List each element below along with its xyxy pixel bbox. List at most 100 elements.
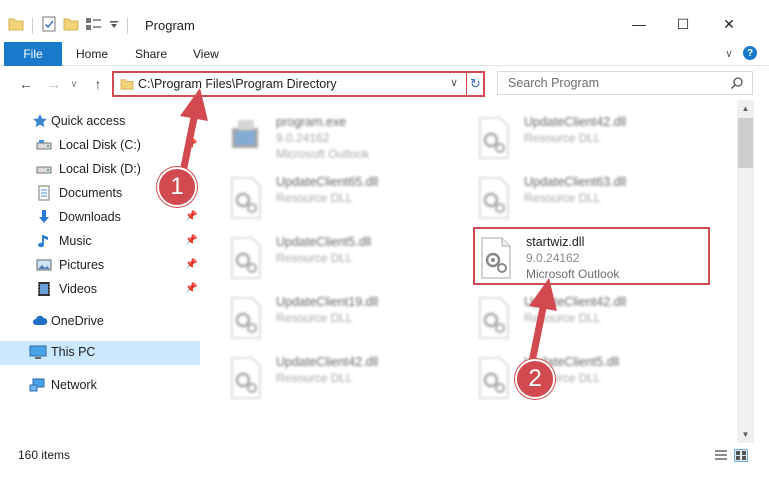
file-version: 9.0.24162 bbox=[276, 131, 330, 145]
up-button[interactable]: ↑ bbox=[88, 74, 108, 94]
tab-view[interactable]: View bbox=[193, 42, 219, 66]
address-divider bbox=[466, 73, 467, 95]
file-item-dll[interactable]: UpdateClient5.dll Resource DLL bbox=[474, 350, 714, 406]
nav-pictures[interactable]: Pictures 📌 bbox=[0, 254, 200, 276]
new-folder-icon[interactable] bbox=[63, 17, 79, 34]
documents-icon bbox=[36, 185, 52, 201]
dll-file-icon bbox=[226, 296, 266, 340]
back-button[interactable]: ← bbox=[16, 74, 36, 94]
nav-network[interactable]: Network bbox=[0, 374, 200, 396]
nav-this-pc[interactable]: This PC bbox=[0, 341, 200, 365]
step-1-badge: 1 bbox=[157, 167, 197, 207]
nav-music[interactable]: Music 📌 bbox=[0, 230, 200, 252]
file-item-dll[interactable]: UpdateClient5.dll Resource DLL bbox=[226, 230, 466, 286]
cloud-icon bbox=[32, 313, 48, 329]
drive-icon bbox=[36, 161, 52, 177]
nav-downloads[interactable]: Downloads 📌 bbox=[0, 206, 200, 228]
large-icons-view-icon[interactable] bbox=[734, 449, 748, 462]
nav-quick-access[interactable]: Quick access bbox=[0, 110, 200, 132]
customize-dropdown-icon[interactable] bbox=[109, 19, 119, 33]
minimize-button[interactable]: — bbox=[624, 14, 654, 34]
nav-label: Quick access bbox=[51, 114, 126, 128]
dll-file-icon bbox=[474, 176, 514, 220]
details-view-icon[interactable] bbox=[714, 449, 728, 462]
pin-icon[interactable]: 📌 bbox=[185, 211, 197, 222]
search-icon[interactable] bbox=[730, 76, 744, 93]
file-item-program-exe[interactable]: program.exe 9.0.24162 Microsoft Outlook bbox=[226, 110, 466, 166]
address-dropdown-icon[interactable]: ∨ bbox=[450, 76, 458, 89]
scrollbar-thumb[interactable] bbox=[738, 118, 753, 168]
nav-label: Videos bbox=[59, 282, 97, 296]
pin-icon[interactable]: 📌 bbox=[185, 259, 197, 270]
ribbon-tabs: File Home Share View ∨ ? bbox=[0, 42, 769, 66]
dll-file-icon bbox=[474, 356, 514, 400]
file-name: UpdateClient63.dll bbox=[524, 175, 627, 189]
file-item-dll[interactable]: UpdateClient63.dll Resource DLL bbox=[474, 170, 714, 226]
pin-icon[interactable]: 📌 bbox=[185, 283, 197, 294]
properties-icon[interactable] bbox=[41, 16, 57, 35]
star-icon bbox=[32, 113, 48, 129]
file-item-dll[interactable]: UpdateClient19.dll Resource DLL bbox=[226, 290, 466, 346]
nav-onedrive[interactable]: OneDrive bbox=[0, 310, 200, 332]
window-title: Program bbox=[145, 18, 195, 33]
file-name: UpdateClient19.dll bbox=[276, 295, 379, 309]
view-options-icon[interactable] bbox=[85, 17, 103, 34]
nav-local-disk-c[interactable]: Local Disk (C:) 📌 bbox=[0, 134, 200, 156]
navigation-pane: Quick access Local Disk (C:) 📌 Local Dis… bbox=[0, 106, 200, 441]
qat-separator bbox=[32, 17, 33, 34]
nav-label: Local Disk (C:) bbox=[59, 138, 141, 152]
address-bar[interactable]: C:\Program Files\Program Directory ∨ ↻ bbox=[112, 71, 485, 97]
tab-home[interactable]: Home bbox=[76, 42, 108, 66]
file-item-dll[interactable]: UpdateClient42.dll Resource DLL bbox=[474, 290, 714, 346]
dll-file-icon bbox=[226, 176, 266, 220]
file-description: Resource DLL bbox=[524, 131, 601, 145]
file-description: Resource DLL bbox=[276, 311, 353, 325]
help-icon[interactable]: ? bbox=[743, 46, 757, 60]
nav-label: Music bbox=[59, 234, 92, 248]
search-placeholder: Search Program bbox=[508, 76, 600, 90]
music-icon bbox=[36, 233, 52, 249]
file-item-dll[interactable]: UpdateClient42.dll Resource DLL bbox=[474, 110, 714, 166]
dll-file-icon bbox=[226, 356, 266, 400]
recent-locations-button[interactable]: ∨ bbox=[64, 74, 84, 94]
nav-label: Local Disk (D:) bbox=[59, 162, 141, 176]
scroll-down-icon[interactable]: ▼ bbox=[737, 426, 754, 443]
file-description: Microsoft Outlook bbox=[276, 147, 370, 161]
file-name: UpdateClient42.dll bbox=[276, 355, 379, 369]
search-input[interactable]: Search Program bbox=[497, 71, 753, 95]
scroll-up-icon[interactable]: ▲ bbox=[737, 100, 754, 117]
network-icon bbox=[29, 377, 45, 393]
title-bar: Program — ☐ ✕ bbox=[0, 0, 769, 42]
file-item-dll[interactable]: UpdateClient42.dll Resource DLL bbox=[226, 350, 466, 406]
dll-file-icon bbox=[474, 116, 514, 160]
dll-file-icon bbox=[476, 236, 516, 280]
file-item-startwiz-dll[interactable]: startwiz.dll 9.0.24162 Microsoft Outlook bbox=[476, 230, 716, 286]
downloads-icon bbox=[36, 209, 52, 225]
drive-icon bbox=[36, 137, 52, 153]
file-name: startwiz.dll bbox=[526, 235, 585, 249]
nav-label: This PC bbox=[51, 345, 96, 359]
computer-icon bbox=[29, 344, 47, 360]
nav-videos[interactable]: Videos 📌 bbox=[0, 278, 200, 300]
forward-button[interactable]: → bbox=[44, 74, 64, 94]
tab-file[interactable]: File bbox=[4, 42, 62, 66]
file-description: Microsoft Outlook bbox=[526, 267, 620, 281]
tab-share[interactable]: Share bbox=[135, 42, 167, 66]
file-name: UpdateClient42.dll bbox=[524, 295, 627, 309]
expand-ribbon-icon[interactable]: ∨ bbox=[725, 47, 733, 60]
refresh-icon[interactable]: ↻ bbox=[470, 76, 481, 92]
file-description: Resource DLL bbox=[276, 251, 353, 265]
file-name: UpdateClient5.dll bbox=[276, 235, 372, 249]
maximize-button[interactable]: ☐ bbox=[668, 14, 698, 34]
file-name: UpdateClient65.dll bbox=[276, 175, 379, 189]
step-2-badge: 2 bbox=[515, 359, 555, 399]
folder-icon bbox=[8, 17, 24, 34]
address-path[interactable]: C:\Program Files\Program Directory bbox=[138, 77, 337, 91]
close-button[interactable]: ✕ bbox=[714, 14, 744, 34]
file-name: UpdateClient42.dll bbox=[524, 115, 627, 129]
vertical-scrollbar[interactable]: ▲ ▼ bbox=[737, 100, 754, 443]
pin-icon[interactable]: 📌 bbox=[185, 235, 197, 246]
file-description: Resource DLL bbox=[276, 371, 353, 385]
pin-icon[interactable]: 📌 bbox=[185, 139, 197, 150]
file-item-dll[interactable]: UpdateClient65.dll Resource DLL bbox=[226, 170, 466, 226]
